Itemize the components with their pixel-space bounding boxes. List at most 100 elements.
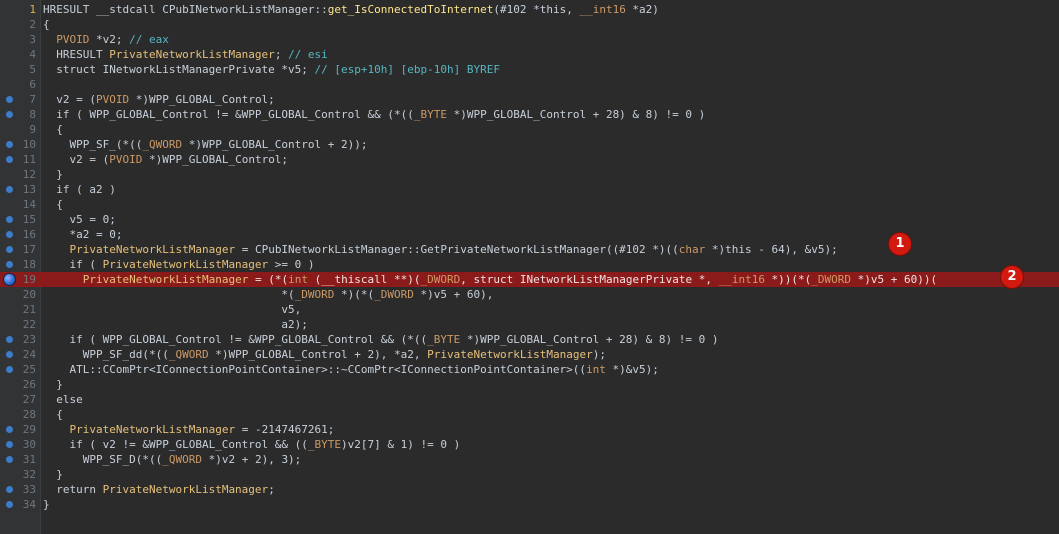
code-text[interactable]: { [43,407,63,422]
code-line-28[interactable]: 28 { [0,407,1059,422]
code-line-32[interactable]: 32 } [0,467,1059,482]
code-line-5[interactable]: 5 struct INetworkListManagerPrivate *v5;… [0,62,1059,77]
code-line-30[interactable]: 30 if ( v2 != &WPP_GLOBAL_Control && ((_… [0,437,1059,452]
breakpoint-marker-icon[interactable] [6,366,13,373]
line-number: 29 [22,423,36,436]
code-text[interactable]: HRESULT PrivateNetworkListManager; // es… [43,47,328,62]
code-text[interactable]: PrivateNetworkListManager = -2147467261; [43,422,335,437]
breakpoint-marker-icon[interactable] [6,426,13,433]
line-number: 8 [29,108,36,121]
code-text[interactable]: PVOID *v2; // eax [43,32,169,47]
code-text[interactable]: WPP_SF_D(*((_QWORD *)v2 + 2), 3); [43,452,302,467]
breakpoint-marker-icon[interactable] [6,501,13,508]
code-line-14[interactable]: 14 { [0,197,1059,212]
code-line-9[interactable]: 9 { [0,122,1059,137]
line-number: 7 [29,93,36,106]
code-text[interactable]: if ( WPP_GLOBAL_Control != &WPP_GLOBAL_C… [43,332,718,347]
breakpoint-marker-icon[interactable] [6,216,13,223]
code-text[interactable]: WPP_SF_dd(*((_QWORD *)WPP_GLOBAL_Control… [43,347,606,362]
line-number: 6 [29,78,36,91]
code-text[interactable]: if ( a2 ) [43,182,116,197]
code-line-26[interactable]: 26 } [0,377,1059,392]
code-text[interactable]: v5 = 0; [43,212,115,227]
code-text[interactable]: v2 = (PVOID *)WPP_GLOBAL_Control; [43,152,288,167]
breakpoint-marker-icon[interactable] [6,111,13,118]
code-line-31[interactable]: 31 WPP_SF_D(*((_QWORD *)v2 + 2), 3); [0,452,1059,467]
code-text[interactable]: { [43,122,63,137]
code-text[interactable]: if ( WPP_GLOBAL_Control != &WPP_GLOBAL_C… [43,107,705,122]
code-line-24[interactable]: 24 WPP_SF_dd(*((_QWORD *)WPP_GLOBAL_Cont… [0,347,1059,362]
breakpoint-marker-icon[interactable] [6,486,13,493]
breakpoint-marker-icon[interactable] [6,156,13,163]
code-line-10[interactable]: 10 WPP_SF_(*((_QWORD *)WPP_GLOBAL_Contro… [0,137,1059,152]
code-text[interactable]: *(_DWORD *)(*(_DWORD *)v5 + 60), [43,287,493,302]
annotation-badge-1: 1 [889,233,911,255]
code-line-34[interactable]: 34} [0,497,1059,512]
code-line-22[interactable]: 22 a2); [0,317,1059,332]
code-text[interactable]: *a2 = 0; [43,227,122,242]
breakpoint-marker-icon[interactable] [6,96,13,103]
breakpoint-marker-icon[interactable] [6,246,13,253]
code-text[interactable]: } [43,167,63,182]
code-line-7[interactable]: 7 v2 = (PVOID *)WPP_GLOBAL_Control; [0,92,1059,107]
code-line-3[interactable]: 3 PVOID *v2; // eax [0,32,1059,47]
breakpoint-marker-icon[interactable] [6,261,13,268]
breakpoint-marker-icon[interactable] [6,186,13,193]
code-text[interactable]: else [43,392,83,407]
current-breakpoint-icon[interactable] [4,274,15,285]
breakpoint-marker-icon[interactable] [6,351,13,358]
code-text[interactable]: v2 = (PVOID *)WPP_GLOBAL_Control; [43,92,275,107]
breakpoint-marker-icon[interactable] [6,141,13,148]
code-text[interactable]: ATL::CComPtr<IConnectionPointContainer>:… [43,362,658,377]
breakpoint-marker-icon[interactable] [6,441,13,448]
code-line-19[interactable]: 19 PrivateNetworkListManager = (*(int (_… [0,272,1059,287]
line-number: 23 [22,333,36,346]
code-text[interactable]: } [43,377,63,392]
line-number: 21 [22,303,36,316]
line-number: 31 [22,453,36,466]
code-line-21[interactable]: 21 v5, [0,302,1059,317]
line-number: 9 [29,123,36,136]
line-number: 24 [22,348,36,361]
code-line-29[interactable]: 29 PrivateNetworkListManager = -21474672… [0,422,1059,437]
code-line-12[interactable]: 12 } [0,167,1059,182]
code-line-15[interactable]: 15 v5 = 0; [0,212,1059,227]
code-text[interactable]: WPP_SF_(*((_QWORD *)WPP_GLOBAL_Control +… [43,137,367,152]
line-number: 16 [22,228,36,241]
code-line-18[interactable]: 18 if ( PrivateNetworkListManager >= 0 ) [0,257,1059,272]
code-line-13[interactable]: 13 if ( a2 ) [0,182,1059,197]
code-line-11[interactable]: 11 v2 = (PVOID *)WPP_GLOBAL_Control; [0,152,1059,167]
code-line-6[interactable]: 6 [0,77,1059,92]
code-line-4[interactable]: 4 HRESULT PrivateNetworkListManager; // … [0,47,1059,62]
line-number: 34 [22,498,36,511]
code-line-1[interactable]: 1 HRESULT __stdcall CPubINetworkListManag… [0,2,1059,17]
code-text[interactable]: return PrivateNetworkListManager; [43,482,275,497]
code-text[interactable]: if ( v2 != &WPP_GLOBAL_Control && ((_BYT… [43,437,460,452]
code-text[interactable]: struct INetworkListManagerPrivate *v5; /… [43,62,500,77]
code-line-27[interactable]: 27 else [0,392,1059,407]
pseudocode-view[interactable]: 1 HRESULT __stdcall CPubINetworkListManag… [0,0,1059,534]
code-text[interactable]: HRESULT __stdcall CPubINetworkListManage… [43,2,659,17]
code-text[interactable]: { [43,17,50,32]
code-line-8[interactable]: 8 if ( WPP_GLOBAL_Control != &WPP_GLOBAL… [0,107,1059,122]
code-text[interactable]: } [43,497,50,512]
code-line-2[interactable]: 2{ [0,17,1059,32]
code-line-20[interactable]: 20 *(_DWORD *)(*(_DWORD *)v5 + 60), [0,287,1059,302]
code-text[interactable]: PrivateNetworkListManager = (*(int (__th… [43,272,937,287]
code-line-25[interactable]: 25 ATL::CComPtr<IConnectionPointContaine… [0,362,1059,377]
code-text[interactable]: } [43,467,63,482]
breakpoint-marker-icon[interactable] [6,336,13,343]
breakpoint-marker-icon[interactable] [6,456,13,463]
code-line-23[interactable]: 23 if ( WPP_GLOBAL_Control != &WPP_GLOBA… [0,332,1059,347]
code-text[interactable]: { [43,197,63,212]
code-text[interactable]: if ( PrivateNetworkListManager >= 0 ) [43,257,314,272]
line-number: 15 [22,213,36,226]
line-number: 14 [22,198,36,211]
breakpoint-marker-icon[interactable] [6,231,13,238]
code-text[interactable]: a2); [43,317,308,332]
line-number: 22 [22,318,36,331]
code-text[interactable]: PrivateNetworkListManager = CPubINetwork… [43,242,838,257]
code-line-33[interactable]: 33 return PrivateNetworkListManager; [0,482,1059,497]
annotation-badge-2: 2 [1001,266,1023,288]
code-text[interactable]: v5, [43,302,301,317]
